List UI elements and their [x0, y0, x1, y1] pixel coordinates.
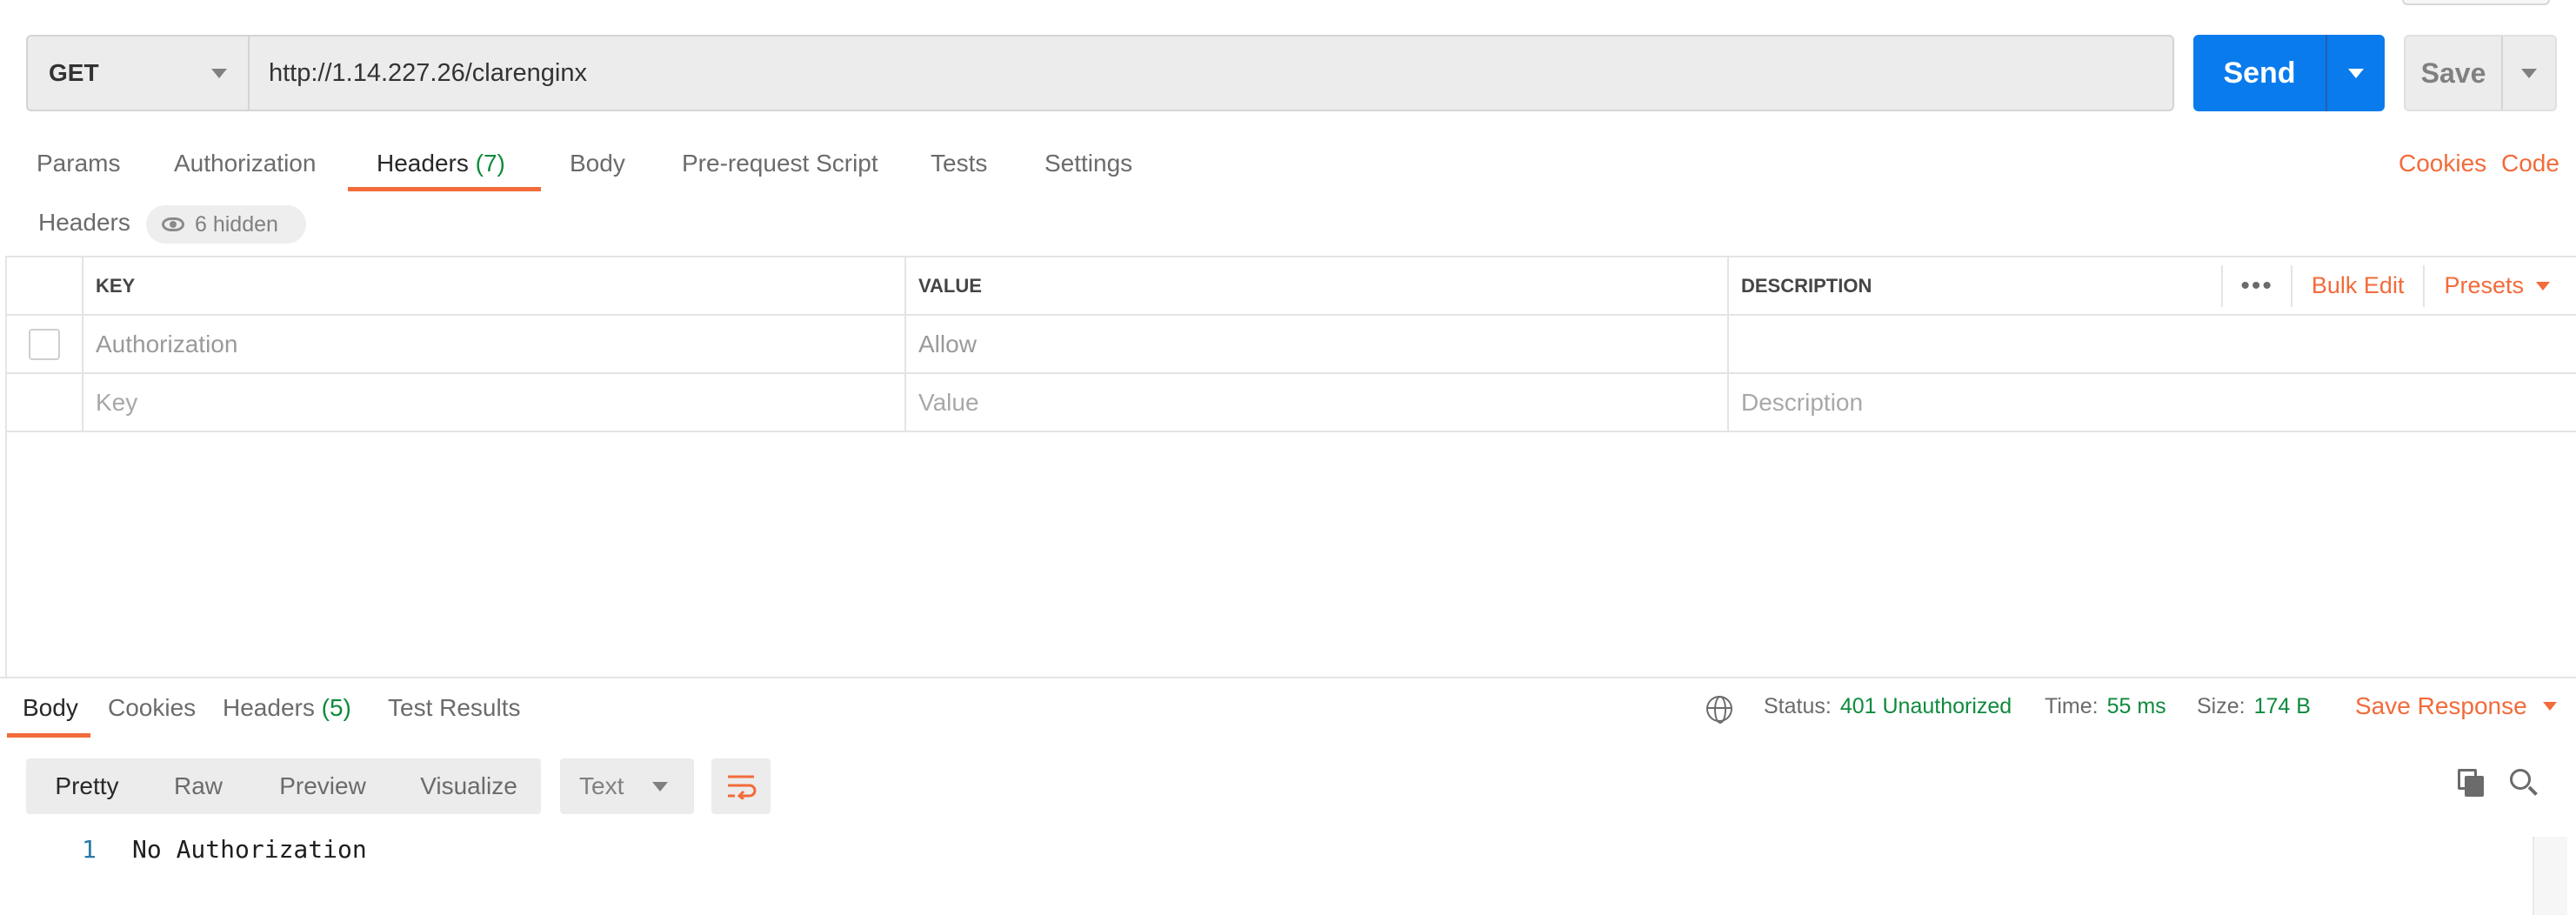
response-tab-test-results[interactable]: Test Results [388, 694, 521, 722]
url-bar: GET http://1.14.227.26/clarenginx [26, 35, 2174, 111]
active-tab-indicator [348, 187, 541, 191]
send-options-button[interactable] [2326, 35, 2385, 111]
response-tab-headers-label: Headers [223, 694, 315, 721]
tab-prerequest-script[interactable]: Pre-request Script [682, 150, 878, 177]
eye-icon [162, 217, 184, 231]
row-checkbox-cell [7, 316, 83, 372]
size-value[interactable]: 174 B [2254, 694, 2311, 718]
save-options-button[interactable] [2501, 37, 2555, 110]
table-row-new: Key Value Description [7, 374, 2576, 432]
new-key-input[interactable]: Key [83, 374, 906, 431]
send-button-group: Send [2193, 35, 2385, 111]
method-select[interactable]: GET [28, 37, 250, 110]
hidden-headers-label: 6 hidden [195, 211, 278, 237]
column-key: KEY [83, 257, 906, 314]
column-value: VALUE [906, 257, 1729, 314]
response-tabs: Body Cookies Headers (5) Test Results [0, 678, 2576, 739]
table-header-row: KEY VALUE DESCRIPTION ••• Bulk Edit Pres… [7, 257, 2576, 316]
chevron-down-icon [2536, 281, 2550, 291]
headers-section-title: Headers [38, 209, 130, 236]
search-icon[interactable] [2510, 769, 2539, 798]
response-tab-cookies[interactable]: Cookies [108, 694, 196, 722]
request-tabs: Params Authorization Headers (7) Body Pr… [0, 139, 2576, 195]
header-check-column [7, 257, 83, 314]
tab-authorization[interactable]: Authorization [174, 150, 316, 177]
view-visualize-button[interactable]: Visualize [397, 758, 541, 814]
status-label: Status: [1764, 694, 1832, 718]
headers-table: KEY VALUE DESCRIPTION ••• Bulk Edit Pres… [7, 256, 2576, 432]
send-button[interactable]: Send [2193, 35, 2326, 111]
time-value[interactable]: 55 ms [2107, 694, 2166, 718]
line-content: No Authorization [132, 835, 367, 864]
save-response-button[interactable]: Save Response [2355, 692, 2557, 720]
copy-icon[interactable] [2458, 769, 2486, 798]
view-raw-button[interactable]: Raw [148, 758, 249, 814]
value-text: Allow [918, 330, 977, 357]
new-value-input[interactable]: Value [906, 374, 1729, 431]
save-button-group: Save [2404, 35, 2557, 111]
tab-headers[interactable]: Headers (7) [377, 150, 505, 177]
save-response-label: Save Response [2355, 692, 2527, 719]
response-tab-body[interactable]: Body [23, 694, 78, 722]
tab-params[interactable]: Params [37, 150, 120, 177]
value-cell[interactable]: Allow [906, 316, 1729, 372]
wrap-lines-icon [728, 775, 757, 799]
key-text: Authorization [96, 330, 238, 357]
chevron-down-icon [211, 68, 227, 78]
new-description-input[interactable]: Description [1729, 374, 2576, 431]
chevron-down-icon [2348, 68, 2364, 78]
cookies-link[interactable]: Cookies [2399, 150, 2486, 177]
chevron-down-icon [2542, 702, 2557, 711]
save-button[interactable]: Save [2406, 37, 2501, 110]
response-view-switcher: Pretty Raw Preview Visualize [26, 758, 541, 814]
table-row: Authorization Allow [7, 316, 2576, 374]
url-input[interactable]: http://1.14.227.26/clarenginx [250, 37, 2172, 110]
row-checkbox[interactable] [29, 328, 60, 360]
key-placeholder: Key [96, 388, 138, 416]
active-response-tab-indicator [7, 733, 90, 738]
chevron-down-icon [652, 781, 668, 791]
status-value[interactable]: 401 Unauthorized [1840, 694, 2012, 718]
row-checkbox-cell [7, 374, 83, 431]
tab-headers-label: Headers [377, 150, 469, 177]
format-label: Text [579, 772, 624, 799]
tab-settings[interactable]: Settings [1044, 150, 1132, 177]
format-select[interactable]: Text [560, 758, 694, 814]
more-options-button[interactable]: ••• [2221, 264, 2292, 307]
toolbar-stub [2402, 0, 2550, 5]
bulk-edit-button[interactable]: Bulk Edit [2292, 264, 2426, 307]
response-tab-headers-count: (5) [321, 694, 351, 721]
key-cell[interactable]: Authorization [83, 316, 906, 372]
wrap-lines-button[interactable] [711, 758, 771, 814]
line-number: 1 [82, 835, 97, 864]
globe-icon[interactable] [1706, 696, 1732, 724]
size-label: Size: [2197, 694, 2246, 718]
size-info: Size: 174 B [2197, 694, 2311, 719]
response-scrollbar[interactable] [2533, 837, 2567, 915]
time-info: Time: 55 ms [2045, 694, 2166, 719]
view-preview-button[interactable]: Preview [249, 758, 397, 814]
presets-label: Presets [2444, 272, 2524, 298]
method-label: GET [49, 59, 99, 86]
response-tab-headers[interactable]: Headers (5) [223, 694, 351, 722]
response-body-line: 1 No Authorization [0, 835, 2522, 870]
value-placeholder: Value [918, 388, 979, 416]
tab-headers-count: (7) [475, 150, 505, 177]
presets-dropdown[interactable]: Presets [2425, 272, 2550, 299]
status-info: Status: 401 Unauthorized [1764, 694, 2012, 719]
time-label: Time: [2045, 694, 2099, 718]
chevron-down-icon [2521, 68, 2537, 78]
description-cell[interactable] [1729, 316, 2576, 372]
view-pretty-button[interactable]: Pretty [26, 758, 148, 814]
tab-tests[interactable]: Tests [931, 150, 987, 177]
hidden-headers-toggle[interactable]: 6 hidden [146, 205, 306, 244]
tab-body[interactable]: Body [570, 150, 625, 177]
code-link[interactable]: Code [2501, 150, 2559, 177]
description-placeholder: Description [1741, 388, 1864, 416]
table-actions: ••• Bulk Edit Presets [2221, 257, 2550, 314]
